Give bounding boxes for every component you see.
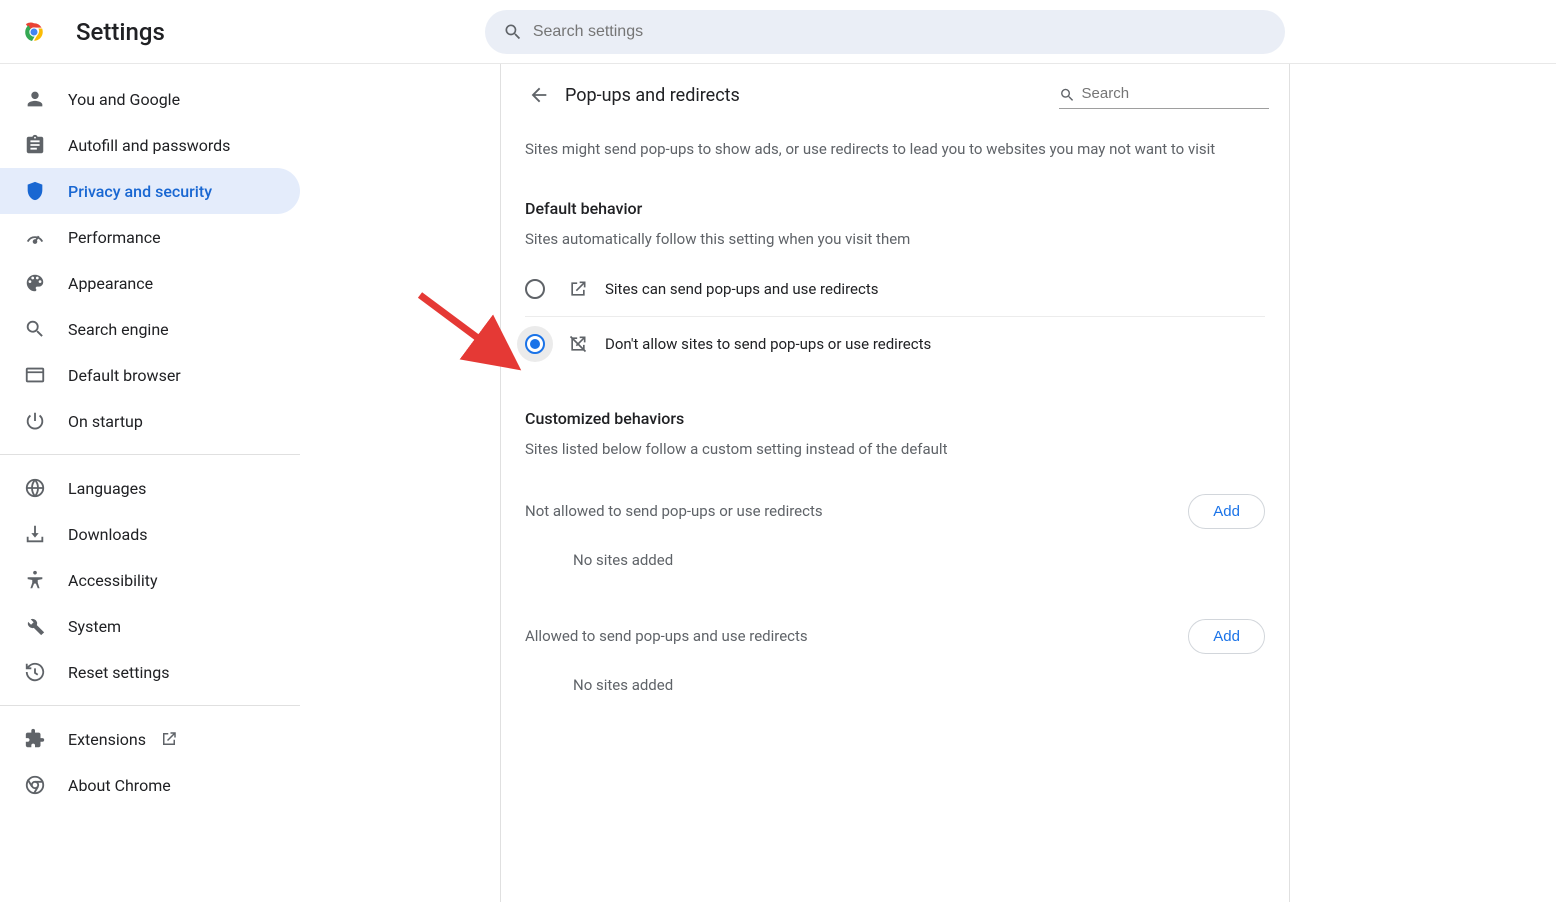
panel-title: Pop-ups and redirects xyxy=(565,85,740,106)
accessibility-icon xyxy=(24,569,46,591)
browser-window-icon xyxy=(24,364,46,386)
sidebar-item-label: Privacy and security xyxy=(68,182,212,201)
sidebar-item-search-engine[interactable]: Search engine xyxy=(0,306,300,352)
default-behavior-title: Default behavior xyxy=(525,199,1265,218)
sidebar-item-label: Accessibility xyxy=(68,571,158,590)
allowed-list-title: Allowed to send pop-ups and use redirect… xyxy=(525,627,1188,645)
sidebar-item-label: Languages xyxy=(68,479,146,498)
sidebar-item-on-startup[interactable]: On startup xyxy=(0,398,300,444)
add-allowed-button[interactable]: Add xyxy=(1188,619,1265,654)
sidebar-item-default-browser[interactable]: Default browser xyxy=(0,352,300,398)
open-in-new-off-icon xyxy=(567,333,589,355)
chrome-logo-icon xyxy=(20,18,76,46)
sidebar-item-extensions[interactable]: Extensions xyxy=(0,716,300,762)
allowed-empty: No sites added xyxy=(573,676,1265,694)
sidebar-item-appearance[interactable]: Appearance xyxy=(0,260,300,306)
sidebar-item-label: Extensions xyxy=(68,730,146,749)
sidebar-item-autofill[interactable]: Autofill and passwords xyxy=(0,122,300,168)
radio-allow-popups[interactable]: Sites can send pop-ups and use redirects xyxy=(525,262,1265,316)
radio-block-popups[interactable]: Don't allow sites to send pop-ups or use… xyxy=(525,316,1265,371)
sidebar-item-label: Default browser xyxy=(68,366,181,385)
radio-button[interactable] xyxy=(525,279,545,299)
default-behavior-sub: Sites automatically follow this setting … xyxy=(525,230,1265,248)
sidebar-item-label: Autofill and passwords xyxy=(68,136,230,155)
panel-search-input[interactable] xyxy=(1076,81,1269,108)
search-settings-box[interactable] xyxy=(485,10,1285,54)
app-header: Settings xyxy=(0,0,1556,64)
sidebar-item-label: Performance xyxy=(68,228,161,247)
panel-search-box[interactable] xyxy=(1059,81,1269,109)
radio-label: Sites can send pop-ups and use redirects xyxy=(605,280,878,298)
download-icon xyxy=(24,523,46,545)
sidebar-divider xyxy=(0,454,300,455)
sidebar-item-label: About Chrome xyxy=(68,776,171,795)
sidebar-item-reset[interactable]: Reset settings xyxy=(0,649,300,695)
globe-icon xyxy=(24,477,46,499)
open-in-new-icon xyxy=(567,278,589,300)
sidebar-item-label: System xyxy=(68,617,121,636)
radio-button[interactable] xyxy=(525,334,545,354)
sidebar: You and Google Autofill and passwords Pr… xyxy=(0,64,300,902)
customized-behaviors-sub: Sites listed below follow a custom setti… xyxy=(525,440,1265,458)
sidebar-item-label: On startup xyxy=(68,412,143,431)
sidebar-item-system[interactable]: System xyxy=(0,603,300,649)
extension-icon xyxy=(24,728,46,750)
clipboard-icon xyxy=(24,134,46,156)
sidebar-item-about-chrome[interactable]: About Chrome xyxy=(0,762,300,808)
search-icon xyxy=(1059,86,1076,104)
speedometer-icon xyxy=(24,226,46,248)
sidebar-item-label: Search engine xyxy=(68,320,169,339)
shield-icon xyxy=(24,180,46,202)
sidebar-item-performance[interactable]: Performance xyxy=(0,214,300,260)
customized-behaviors-title: Customized behaviors xyxy=(525,409,1265,428)
sidebar-item-you-and-google[interactable]: You and Google xyxy=(0,76,300,122)
arrow-back-icon xyxy=(528,84,550,106)
wrench-icon xyxy=(24,615,46,637)
person-icon xyxy=(24,88,46,110)
sidebar-item-privacy[interactable]: Privacy and security xyxy=(0,168,300,214)
panel-description: Sites might send pop-ups to show ads, or… xyxy=(525,138,1265,161)
add-not-allowed-button[interactable]: Add xyxy=(1188,494,1265,529)
panel-header: Pop-ups and redirects xyxy=(501,64,1289,126)
sidebar-item-label: Downloads xyxy=(68,525,147,544)
search-icon xyxy=(503,22,523,42)
sidebar-item-label: Reset settings xyxy=(68,663,169,682)
sidebar-item-languages[interactable]: Languages xyxy=(0,465,300,511)
history-icon xyxy=(24,661,46,683)
search-icon xyxy=(24,318,46,340)
content-panel: Pop-ups and redirects Sites might send p… xyxy=(500,64,1290,902)
sidebar-item-accessibility[interactable]: Accessibility xyxy=(0,557,300,603)
radio-label: Don't allow sites to send pop-ups or use… xyxy=(605,335,931,353)
sidebar-divider xyxy=(0,705,300,706)
sidebar-item-label: You and Google xyxy=(68,90,180,109)
back-button[interactable] xyxy=(521,77,557,113)
power-icon xyxy=(24,410,46,432)
search-settings-input[interactable] xyxy=(533,23,1267,41)
palette-icon xyxy=(24,272,46,294)
open-in-new-icon xyxy=(160,730,178,748)
sidebar-item-label: Appearance xyxy=(68,274,153,293)
not-allowed-empty: No sites added xyxy=(573,551,1265,569)
radio-inner-dot xyxy=(530,339,540,349)
sidebar-item-downloads[interactable]: Downloads xyxy=(0,511,300,557)
header-title: Settings xyxy=(76,18,165,46)
not-allowed-list-title: Not allowed to send pop-ups or use redir… xyxy=(525,502,1188,520)
chrome-outline-icon xyxy=(24,774,46,796)
